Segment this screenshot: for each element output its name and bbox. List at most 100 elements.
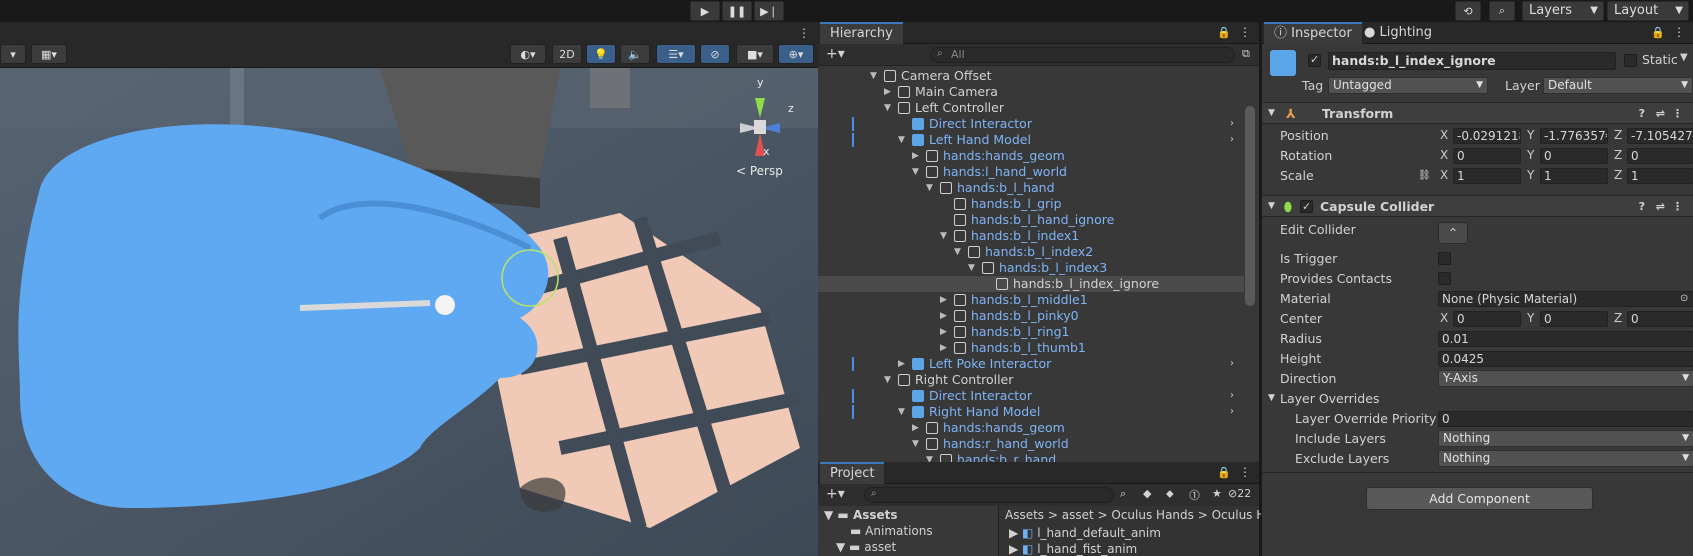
hierarchy-item[interactable]: ▼ hands:b_l_index1 xyxy=(818,228,1244,244)
link-icon[interactable]: ⛓ xyxy=(1418,166,1431,185)
search-button[interactable]: ⌕ xyxy=(1489,1,1515,21)
chevron-down-icon[interactable]: ▼ xyxy=(954,244,961,260)
tag-dropdown[interactable]: Untagged ▼ xyxy=(1328,77,1488,94)
lock-icon[interactable]: 🔒 xyxy=(1217,466,1231,479)
transform-header[interactable]: ▼ ⅄ Transform ? ⇌ ⋮ xyxy=(1262,102,1693,124)
chevron-right-icon[interactable]: ▶ xyxy=(898,356,905,372)
chevron-right-icon[interactable]: › xyxy=(1230,116,1234,132)
grid-dropdown[interactable]: ▦▾ xyxy=(31,44,67,64)
add-button[interactable]: +▾ xyxy=(826,486,845,502)
hierarchy-item[interactable]: ▼ hands:b_r_hand xyxy=(818,452,1244,462)
hierarchy-item[interactable]: ▼ hands:l_hand_world xyxy=(818,164,1244,180)
scale-z-input[interactable]: 1 xyxy=(1627,168,1693,184)
is-trigger-checkbox[interactable] xyxy=(1438,252,1451,265)
camera-dropdown[interactable]: ■▾ xyxy=(736,44,774,64)
provides-contacts-checkbox[interactable] xyxy=(1438,272,1451,285)
chevron-down-icon[interactable]: ▼ xyxy=(912,164,919,180)
hierarchy-item[interactable]: ▶ hands:b_l_ring1 xyxy=(818,324,1244,340)
gizmos-dropdown[interactable]: ⊕▾ xyxy=(778,44,814,64)
chevron-down-icon[interactable]: ▼ xyxy=(926,452,933,462)
shading-dropdown[interactable]: ◐▾ xyxy=(510,44,546,64)
tab-hierarchy[interactable]: Hierarchy xyxy=(820,22,903,44)
chevron-down-icon[interactable]: ▼ xyxy=(884,372,891,388)
presets-icon[interactable]: ⇌ xyxy=(1656,103,1665,124)
breadcrumb-item[interactable]: asset xyxy=(1062,508,1094,522)
tab-lighting[interactable]: ● Lighting xyxy=(1354,22,1442,44)
center-z-input[interactable]: 0 xyxy=(1627,311,1693,327)
hierarchy-item[interactable]: ▼ Left Controller xyxy=(818,100,1244,116)
layer-override-priority-input[interactable]: 0 xyxy=(1438,411,1693,427)
chevron-down-icon[interactable]: ▼ xyxy=(940,228,947,244)
scene-render[interactable] xyxy=(0,68,818,556)
pause-button[interactable]: ❚❚ xyxy=(722,1,752,21)
chevron-down-icon[interactable]: ▼ xyxy=(968,260,975,276)
hierarchy-item[interactable]: ▼ hands:b_l_index2 xyxy=(818,244,1244,260)
lock-icon[interactable]: 🔒 xyxy=(1217,26,1231,39)
hierarchy-item[interactable]: ▶ hands:b_l_pinky0 xyxy=(818,308,1244,324)
active-checkbox[interactable]: ✓ xyxy=(1308,53,1321,67)
chevron-right-icon[interactable]: ▶ xyxy=(912,148,919,164)
direction-dropdown[interactable]: Y-Axis ▼ xyxy=(1438,370,1693,387)
hidden-count-icon[interactable]: ⊘22 xyxy=(1228,487,1251,500)
scene-view[interactable]: ⋮ ▾ ▦▾ ◐▾ 2D 💡 🔈 ☰▾ ⊘ ■▾ ⊕▾ y z x < Pers… xyxy=(0,22,818,556)
position-x-input[interactable]: -0.0291218 xyxy=(1453,128,1521,144)
chevron-down-icon[interactable]: ▼ xyxy=(898,404,905,420)
capsule-collider-header[interactable]: ▼ ⬮ ✓ Capsule Collider ? ⇌ ⋮ xyxy=(1262,195,1693,217)
chevron-down-icon[interactable]: ▼ xyxy=(870,68,877,84)
collider-enabled-checkbox[interactable]: ✓ xyxy=(1300,200,1313,213)
orientation-gizmo[interactable] xyxy=(725,78,795,178)
visibility-toggle[interactable]: ⊘ xyxy=(700,44,730,64)
chevron-right-icon[interactable]: ▶ xyxy=(912,420,919,436)
hierarchy-item[interactable]: hands:b_l_grip xyxy=(818,196,1244,212)
star-icon[interactable]: ★ xyxy=(1212,487,1222,500)
presets-icon[interactable]: ⇌ xyxy=(1656,196,1665,217)
breadcrumb-item[interactable]: Oculus H xyxy=(1212,508,1266,522)
tag-icon[interactable]: ⬥ xyxy=(1166,487,1174,501)
draw-mode-dropdown[interactable]: ▾ xyxy=(0,44,26,64)
help-icon[interactable]: ? xyxy=(1639,196,1645,217)
lock-icon[interactable]: 🔒 xyxy=(1651,26,1665,39)
more-options-icon[interactable]: ⋮ xyxy=(1239,25,1251,39)
hierarchy-item[interactable]: hands:b_l_hand_ignore xyxy=(818,212,1244,228)
gameobject-cube-icon[interactable] xyxy=(1270,50,1296,76)
more-options-icon[interactable]: ⋮ xyxy=(1672,103,1683,124)
hierarchy-item[interactable]: ▶ hands:b_l_middle1 xyxy=(818,292,1244,308)
rotation-z-input[interactable]: 0 xyxy=(1627,148,1693,164)
chevron-down-icon[interactable]: ▼ xyxy=(1680,52,1688,63)
tab-inspector[interactable]: ⓘ Inspector xyxy=(1264,22,1362,44)
list-item[interactable]: ▶ ◧ l_hand_default_anim xyxy=(1009,526,1161,540)
rotation-y-input[interactable]: 0 xyxy=(1540,148,1608,164)
center-y-input[interactable]: 0 xyxy=(1540,311,1608,327)
chevron-right-icon[interactable]: › xyxy=(1230,404,1234,420)
static-checkbox[interactable] xyxy=(1624,54,1637,67)
layout-dropdown[interactable]: Layout ▼ xyxy=(1607,1,1689,21)
chevron-right-icon[interactable]: › xyxy=(1230,388,1234,404)
hierarchy-item[interactable]: ▶ hands:hands_geom xyxy=(818,148,1244,164)
hierarchy-item[interactable]: ▼ Right Controller xyxy=(818,372,1244,388)
list-item[interactable]: ▶ ◧ l_hand_fist_anim xyxy=(1009,542,1137,556)
hierarchy-item[interactable]: ▼ hands:b_l_hand xyxy=(818,180,1244,196)
play-button[interactable]: ▶ xyxy=(690,1,720,21)
effects-dropdown[interactable]: ☰▾ xyxy=(656,44,696,64)
breadcrumb-item[interactable]: Oculus Hands xyxy=(1111,508,1194,522)
rotation-x-input[interactable]: 0 xyxy=(1453,148,1521,164)
add-button[interactable]: +▾ xyxy=(826,46,845,62)
exclude-layers-dropdown[interactable]: Nothing ▼ xyxy=(1438,450,1693,467)
layers-dropdown[interactable]: Layers ▼ xyxy=(1522,1,1604,21)
chevron-down-icon[interactable]: ▼ xyxy=(884,100,891,116)
layer-dropdown[interactable]: Default ▼ xyxy=(1543,77,1693,94)
height-input[interactable]: 0.0425 xyxy=(1438,351,1693,367)
chevron-down-icon[interactable]: ▼ xyxy=(912,436,919,452)
more-options-icon[interactable]: ⋮ xyxy=(1672,196,1683,217)
material-field[interactable]: None (Physic Material) xyxy=(1438,291,1693,307)
lighting-toggle[interactable]: 💡 xyxy=(586,44,616,64)
chevron-right-icon[interactable]: ▶ xyxy=(940,340,947,356)
hierarchy-item[interactable]: › Direct Interactor xyxy=(818,116,1244,132)
object-picker-icon[interactable]: ⊙ xyxy=(1680,289,1688,308)
2d-toggle[interactable]: 2D xyxy=(552,44,582,64)
center-x-input[interactable]: 0 xyxy=(1453,311,1521,327)
chevron-right-icon[interactable]: ▶ xyxy=(940,308,947,324)
scale-x-input[interactable]: 1 xyxy=(1453,168,1521,184)
hierarchy-item[interactable]: › Direct Interactor xyxy=(818,388,1244,404)
edit-collider-button[interactable]: ⌃ xyxy=(1438,222,1468,244)
